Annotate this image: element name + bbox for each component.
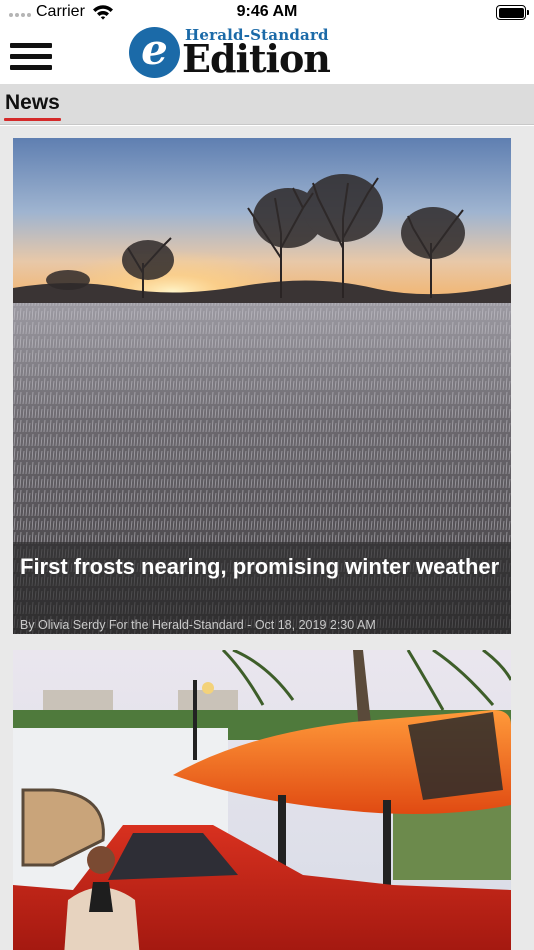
red-pickup-truck-with-kayak-photo bbox=[13, 650, 511, 950]
clock-time: 9:46 AM bbox=[236, 3, 298, 20]
article-caption-overlay: First frosts nearing, promising winter w… bbox=[13, 542, 511, 634]
article-byline: By Olivia Serdy For the Herald-Standard … bbox=[20, 618, 376, 632]
status-bar: Carrier 9:46 AM bbox=[0, 0, 534, 26]
tab-news[interactable]: News bbox=[5, 91, 60, 115]
section-tab-bar: News bbox=[0, 84, 534, 125]
logo-e-letter: e bbox=[141, 25, 168, 74]
active-tab-indicator bbox=[4, 118, 61, 121]
battery-icon bbox=[496, 5, 529, 20]
herald-standard-edition-logo: e Herald-Standard Edition bbox=[129, 25, 349, 82]
news-feed[interactable]: First frosts nearing, promising winter w… bbox=[0, 126, 534, 950]
app-header: e Herald-Standard Edition bbox=[0, 25, 534, 84]
article-card[interactable] bbox=[13, 650, 511, 950]
article-card[interactable]: First frosts nearing, promising winter w… bbox=[13, 138, 511, 634]
logo-edition: Edition bbox=[182, 36, 331, 81]
article-headline[interactable]: First frosts nearing, promising winter w… bbox=[20, 553, 504, 580]
hamburger-menu-icon[interactable] bbox=[10, 43, 52, 73]
